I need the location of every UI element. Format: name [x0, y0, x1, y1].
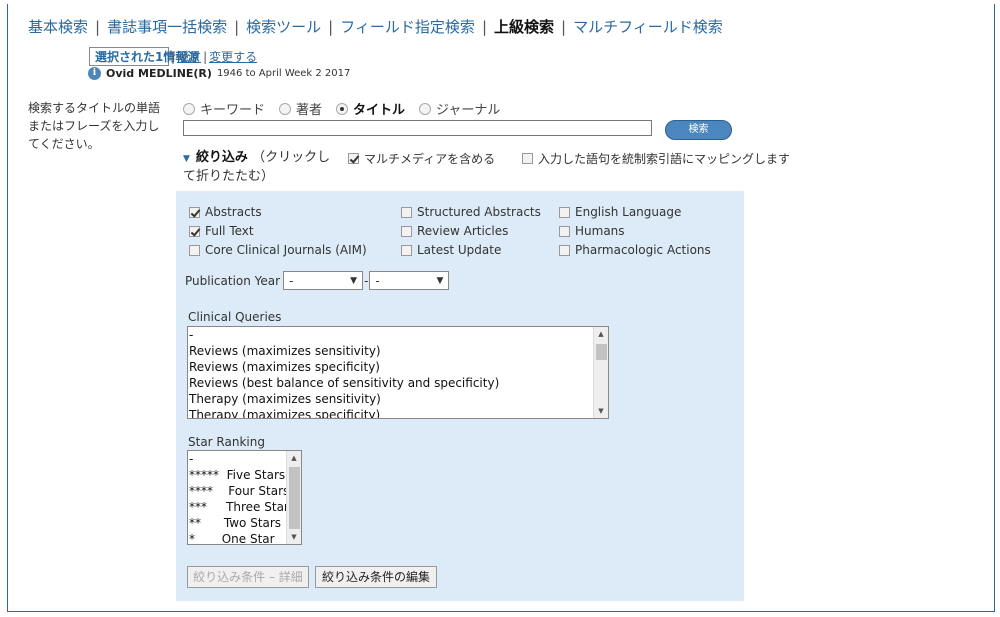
selected-resource-label: 選択された1情報源 — [89, 47, 199, 66]
radio-title[interactable]: タイトル — [336, 99, 405, 118]
checkbox-box[interactable] — [522, 153, 533, 164]
checkbox-box[interactable] — [189, 206, 200, 218]
database-line: i Ovid MEDLINE(R) 1946 to April Week 2 2… — [88, 67, 350, 80]
search-button[interactable]: 検索 — [665, 120, 732, 140]
scroll-down-arrow-icon[interactable]: ▼ — [594, 404, 608, 418]
hide-resource-link[interactable]: 隠す — [177, 50, 201, 64]
additional-limits-button[interactable]: 絞り込み条件 – 詳細 — [187, 566, 309, 588]
database-name: Ovid MEDLINE(R) — [106, 67, 212, 80]
publication-year-row: Publication Year - ▼ - - ▼ — [185, 271, 450, 290]
map-term-checkbox[interactable]: 入力した語句を統制索引語にマッピングします — [522, 150, 790, 167]
clinical-queries-options: - Reviews (maximizes sensitivity) Review… — [189, 327, 592, 418]
limit-checkbox-grid: Abstracts Structured Abstracts English L… — [189, 205, 739, 265]
radio-button[interactable] — [336, 102, 349, 115]
scroll-down-arrow-icon[interactable]: ▼ — [287, 530, 301, 544]
radio-button[interactable] — [183, 102, 195, 115]
list-item[interactable]: *** Three Stars — [189, 499, 295, 515]
list-item[interactable]: Reviews (maximizes sensitivity) — [189, 343, 592, 359]
dropdown-arrow-icon: ▼ — [436, 275, 444, 286]
tab-citation-search[interactable]: 書誌事項一括検索 — [107, 18, 227, 36]
star-ranking-label: Star Ranking — [188, 435, 265, 449]
limits-panel: Abstracts Structured Abstracts English L… — [176, 191, 744, 601]
search-mode-radios: キーワード 著者 タイトル ジャーナル — [183, 99, 514, 118]
limit-review-articles[interactable]: Review Articles — [401, 224, 508, 238]
search-prompt: 検索するタイトルの単語またはフレーズを入力してください。 — [28, 101, 161, 151]
edit-limits-button[interactable]: 絞り込み条件の編集 — [315, 566, 437, 588]
dropdown-arrow-icon: ▼ — [350, 275, 358, 286]
limit-structured-abstracts[interactable]: Structured Abstracts — [401, 205, 541, 219]
star-ranking-listbox[interactable]: - ***** Five Stars **** Four Stars *** T… — [187, 450, 302, 545]
scroll-up-arrow-icon[interactable]: ▲ — [287, 451, 301, 465]
tab-separator: | — [561, 18, 567, 36]
tab-field-search[interactable]: フィールド指定検索 — [340, 18, 475, 36]
radio-keyword[interactable]: キーワード — [183, 99, 265, 118]
selected-resource-line: 選択された1情報源| 隠す | 変更する — [86, 47, 257, 66]
checkbox-box[interactable] — [401, 225, 412, 237]
limits-toggle[interactable]: ▼ 絞り込み （クリックして折りたたむ） — [183, 149, 333, 186]
list-item[interactable]: * One Star — [189, 531, 285, 544]
list-item[interactable]: - — [189, 327, 592, 343]
limit-english-language[interactable]: English Language — [559, 205, 681, 219]
tab-search-tools[interactable]: 検索ツール — [246, 18, 321, 36]
search-input[interactable] — [183, 120, 652, 136]
checkbox-box[interactable] — [189, 244, 200, 256]
checkbox-box[interactable] — [401, 244, 412, 256]
star-ranking-options: - ***** Five Stars **** Four Stars *** T… — [189, 451, 295, 544]
limit-core-clinical-journals[interactable]: Core Clinical Journals (AIM) — [189, 243, 367, 257]
tab-basic-search[interactable]: 基本検索 — [28, 18, 88, 36]
checkbox-box[interactable] — [189, 225, 200, 237]
clinical-queries-listbox[interactable]: - Reviews (maximizes sensitivity) Review… — [187, 326, 609, 419]
publication-year-to-select[interactable]: - ▼ — [369, 271, 450, 290]
radio-author[interactable]: 著者 — [279, 99, 322, 118]
scrollbar[interactable]: ▲ ▼ — [593, 327, 608, 418]
clinical-queries-label: Clinical Queries — [188, 310, 282, 324]
limit-humans[interactable]: Humans — [559, 224, 625, 238]
scroll-up-arrow-icon[interactable]: ▲ — [594, 327, 608, 341]
tab-separator: | — [95, 18, 101, 36]
list-item[interactable]: Reviews (best balance of sensitivity and… — [189, 375, 592, 391]
change-resource-link[interactable]: 変更する — [209, 50, 257, 64]
tab-multifield-search[interactable]: マルチフィールド検索 — [573, 18, 723, 36]
search-mode-tabs: 基本検索 | 書誌事項一括検索 | 検索ツール | フィールド指定検索 | 上級検索 | マルチフィ… — [28, 16, 723, 37]
tab-advanced-search[interactable]: 上級検索 — [494, 18, 554, 36]
radio-journal[interactable]: ジャーナル — [419, 99, 500, 118]
list-item[interactable]: Reviews (maximizes specificity) — [189, 359, 592, 375]
tab-separator: | — [234, 18, 240, 36]
checkbox-box[interactable] — [559, 225, 570, 237]
checkbox-box[interactable] — [559, 244, 570, 256]
list-item[interactable]: - — [189, 451, 285, 467]
include-multimedia-checkbox[interactable]: マルチメディアを含める — [348, 150, 495, 167]
limits-label: 絞り込み — [195, 150, 248, 165]
publication-year-from-select[interactable]: - ▼ — [283, 271, 364, 290]
database-range: 1946 to April Week 2 2017 — [216, 68, 351, 79]
checkbox-box[interactable] — [401, 206, 412, 218]
radio-button[interactable] — [419, 102, 432, 115]
scrollbar[interactable]: ▲ ▼ — [286, 451, 301, 544]
limit-full-text[interactable]: Full Text — [189, 224, 254, 238]
limit-latest-update[interactable]: Latest Update — [401, 243, 501, 257]
scroll-thumb[interactable] — [289, 467, 300, 529]
radio-button[interactable] — [279, 102, 292, 115]
limit-pharmacologic-actions[interactable]: Pharmacologic Actions — [559, 243, 711, 257]
info-icon[interactable]: i — [88, 67, 101, 80]
list-item[interactable]: Therapy (maximizes sensitivity) — [189, 391, 592, 407]
scroll-thumb[interactable] — [596, 344, 607, 360]
checkbox-box[interactable] — [348, 153, 359, 164]
list-item[interactable]: **** Four Stars — [189, 483, 289, 499]
year-range-separator: - — [364, 273, 369, 288]
publication-year-label: Publication Year — [185, 273, 281, 288]
tab-separator: | — [481, 18, 487, 36]
list-item[interactable]: ***** Five Stars — [189, 467, 285, 483]
list-item[interactable]: ** Two Stars — [189, 515, 285, 531]
list-item[interactable]: Therapy (maximizes specificity) — [189, 407, 592, 418]
limit-abstracts[interactable]: Abstracts — [189, 205, 262, 219]
checkbox-box[interactable] — [559, 206, 570, 218]
collapse-triangle-icon[interactable]: ▼ — [183, 154, 190, 164]
tab-separator: | — [328, 18, 334, 36]
